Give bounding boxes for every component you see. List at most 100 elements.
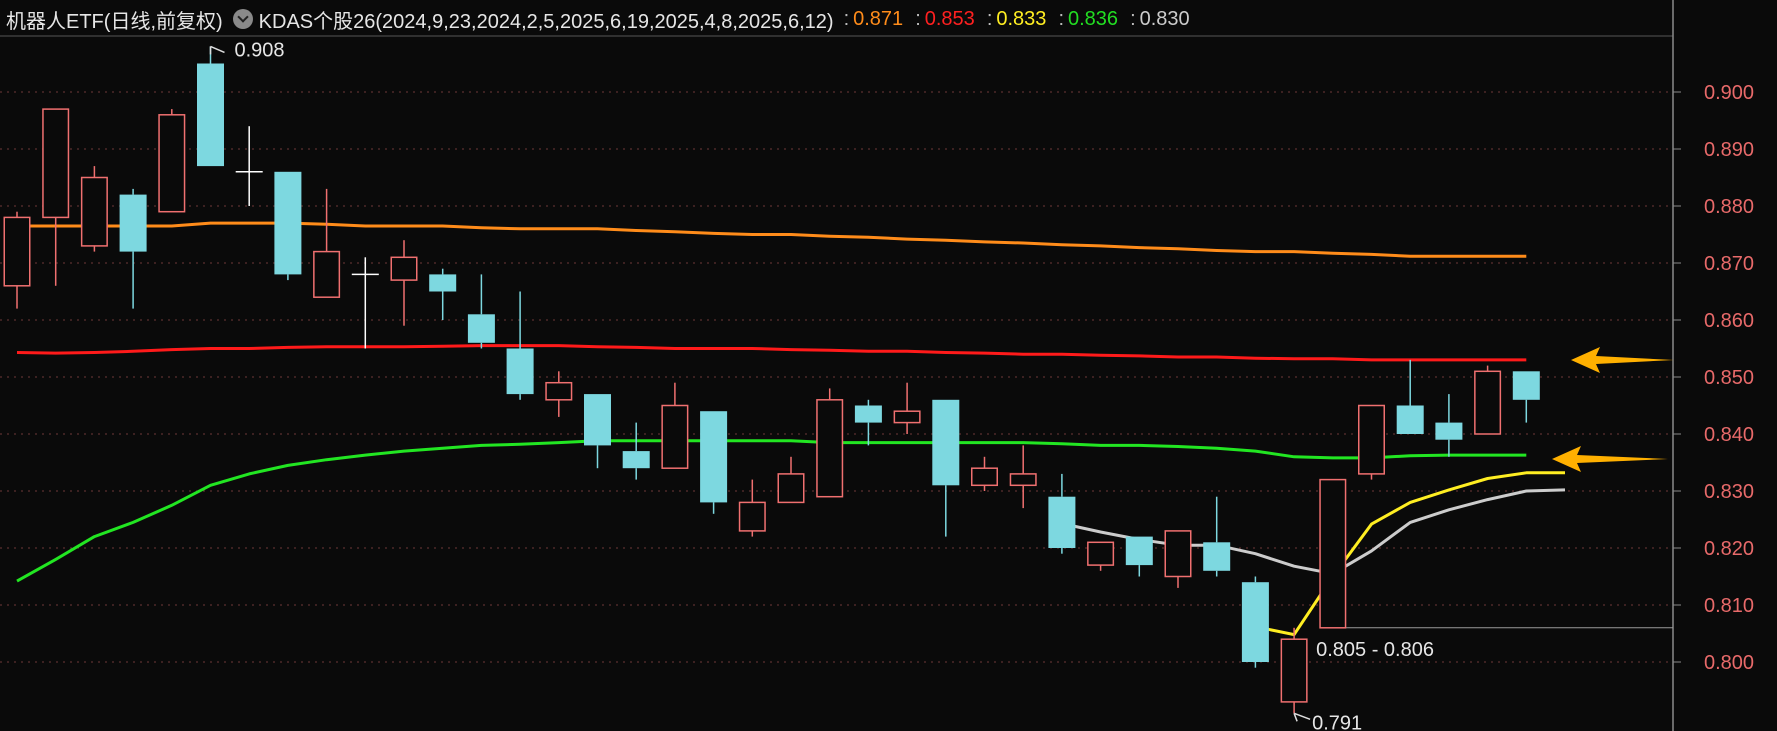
pointer-icon <box>1293 712 1311 722</box>
candle[interactable] <box>700 411 728 514</box>
candle[interactable] <box>429 268 457 320</box>
y-tick-label: 0.820 <box>1704 538 1754 560</box>
candle[interactable] <box>80 166 108 252</box>
candle-body <box>1125 536 1153 566</box>
candle-body <box>622 451 650 469</box>
candle-body <box>1396 405 1424 434</box>
candle-body <box>1241 582 1269 662</box>
candlestick-chart[interactable]: 0.900 0.890 0.880 0.870 0.860 0.850 0.840 0.830… <box>0 0 1777 731</box>
candle-body <box>274 171 302 275</box>
candle[interactable] <box>545 371 573 417</box>
candle[interactable] <box>854 399 882 446</box>
candle[interactable] <box>1048 473 1076 554</box>
candle-body <box>1512 371 1540 400</box>
y-tick-label: 0.800 <box>1704 652 1754 674</box>
candle[interactable] <box>1164 530 1192 588</box>
candle[interactable] <box>235 126 263 206</box>
y-tick-label: 0.880 <box>1704 196 1754 218</box>
low-annotation: 0.791 <box>1312 712 1362 731</box>
candle[interactable] <box>158 109 186 213</box>
candle[interactable] <box>1396 359 1424 434</box>
candle[interactable] <box>1241 576 1269 668</box>
candle[interactable] <box>1125 536 1153 577</box>
candle[interactable] <box>777 456 805 504</box>
candle[interactable] <box>1435 394 1463 457</box>
candle-body <box>545 381 573 401</box>
candle-body <box>661 404 689 469</box>
candle-body <box>1164 530 1192 578</box>
candle[interactable] <box>1512 371 1540 423</box>
candle[interactable] <box>1280 627 1308 714</box>
candle[interactable] <box>622 422 650 480</box>
candle[interactable] <box>351 257 379 349</box>
candle[interactable] <box>971 456 998 491</box>
candle[interactable] <box>893 382 921 434</box>
candle-body <box>816 399 844 498</box>
candle-body <box>197 63 224 167</box>
y-axis-labels: 0.900 0.890 0.880 0.870 0.860 0.850 0.840 0.830… <box>1673 82 1754 674</box>
candle-body <box>777 473 805 504</box>
candle-body <box>854 405 882 423</box>
y-tick-label: 0.870 <box>1704 253 1754 275</box>
y-tick-label: 0.810 <box>1704 595 1754 617</box>
arrow-icon <box>1552 446 1668 472</box>
candle[interactable] <box>1087 541 1115 571</box>
candle-body <box>1048 496 1076 548</box>
candle-body <box>390 256 418 281</box>
candle[interactable] <box>42 108 70 286</box>
candle[interactable] <box>1009 445 1037 509</box>
y-tick-label: 0.860 <box>1704 310 1754 332</box>
candle-body <box>80 176 108 247</box>
range-annotation: 0.805 - 0.806 <box>1316 639 1434 661</box>
candle[interactable] <box>197 46 224 167</box>
candle-body <box>158 114 186 213</box>
candle-body <box>1009 473 1037 487</box>
candle-body <box>313 250 341 298</box>
candle[interactable] <box>1319 478 1347 629</box>
y-tick-label: 0.900 <box>1704 82 1754 104</box>
pointer-icon <box>209 45 225 55</box>
candle-body <box>1435 422 1463 440</box>
candle[interactable] <box>313 188 341 298</box>
candle[interactable] <box>274 171 302 281</box>
candle[interactable] <box>1358 404 1385 480</box>
candle-body <box>1358 404 1385 475</box>
candle[interactable] <box>3 211 31 309</box>
candle[interactable] <box>1203 496 1231 577</box>
indicator-line <box>1255 471 1565 637</box>
candle[interactable] <box>119 188 147 309</box>
candle[interactable] <box>1474 365 1502 435</box>
candle-body <box>1474 370 1502 435</box>
candle-body <box>467 314 495 343</box>
indicator-line <box>16 344 1527 362</box>
candle[interactable] <box>467 274 495 349</box>
candle-body <box>1087 541 1115 566</box>
candle[interactable] <box>584 394 611 469</box>
candle-body <box>429 274 457 292</box>
y-tick-label: 0.840 <box>1704 424 1754 446</box>
candle-body <box>506 348 534 395</box>
arrow-icon <box>1571 347 1674 373</box>
indicator-line <box>17 221 1527 258</box>
candle-body <box>893 410 921 424</box>
candle-body <box>1203 542 1231 571</box>
grid-lines <box>0 91 1673 663</box>
high-annotation: 0.908 <box>235 39 285 61</box>
candle[interactable] <box>932 399 960 537</box>
candle-body <box>932 399 960 486</box>
indicator-line <box>16 439 1527 583</box>
candle[interactable] <box>816 388 844 498</box>
candle[interactable] <box>661 382 689 469</box>
candle[interactable] <box>390 240 418 326</box>
candle-body <box>738 501 766 532</box>
candle-body <box>1280 638 1308 703</box>
candle-body <box>584 394 611 446</box>
candle-body <box>119 194 147 252</box>
arrows <box>1552 347 1674 472</box>
candle-body <box>971 467 998 487</box>
candle[interactable] <box>738 479 766 537</box>
y-tick-label: 0.890 <box>1704 139 1754 161</box>
y-tick-label: 0.850 <box>1704 367 1754 389</box>
candle-body <box>700 411 728 503</box>
candle-body <box>3 216 31 287</box>
